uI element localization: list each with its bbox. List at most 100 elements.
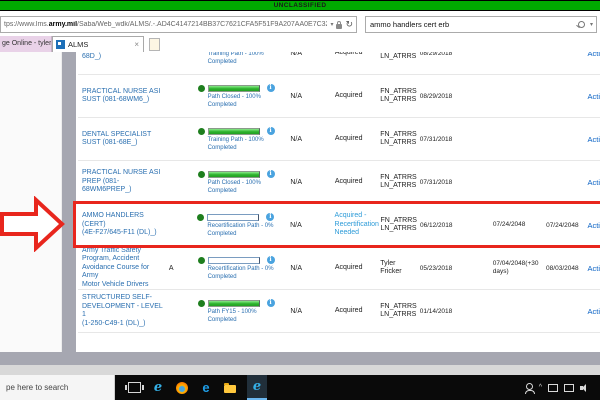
progress-label-2: Completed [207,274,237,280]
acquired-date-cell: 06/12/2018 [419,221,453,229]
tab-merchandise-online[interactable]: ge Online - tyler... [0,36,52,52]
acquired-date-cell: 05/23/2018 [419,264,453,272]
status-cell: Acquired [334,52,363,56]
browser-search-input[interactable]: ammo handlers cert erb [366,20,575,29]
progress-cell: i Path FY15 - 100% Completed [193,298,284,324]
progress-bar [207,299,260,307]
owner-cell: FN_ATRRSLN_ATRRS [380,216,417,233]
alms-favicon-icon [56,40,65,49]
task-view-button[interactable] [124,375,144,400]
status-cell: Acquired [334,306,363,314]
info-icon[interactable]: i [266,299,275,307]
status-dot-icon [197,213,205,221]
refresh-icon[interactable]: ↻ [345,20,353,29]
progress-label: Training Path - 100% [207,137,264,143]
course-name-link[interactable]: PRACTICAL NURSE ASI PREP (081-68WM6PREP_… [82,169,160,193]
page-content: 68D_)iTraining Path - 100%CompletedN/AAc… [0,52,600,352]
registration-cell: N/A [290,92,303,100]
search-dropdown-icon[interactable]: ▾ [590,21,593,28]
progress-label: Path FY15 - 100% [207,309,257,315]
status-dot-icon [197,256,205,264]
course-name-link[interactable]: DENTAL SPECIALIST SUST (081-68E_) [82,131,151,147]
progress-label-2: Completed [207,59,237,65]
edge-icon: e [202,380,210,395]
actions-link[interactable]: Acti [587,92,600,101]
status-dot-icon [197,170,205,178]
internet-explorer-active-button[interactable]: e [247,375,267,400]
internet-explorer-icon: e [153,380,163,395]
firefox-icon [176,381,188,394]
tab-alms[interactable]: ALMS × [52,36,144,52]
course-flag-cell: A [168,264,174,272]
course-name-link[interactable]: Army Traffic Safety Program, Accident Av… [82,247,149,288]
browser-search-box[interactable]: ammo handlers cert erb ▾ [365,16,597,33]
actions-link[interactable]: Acti [587,307,600,316]
progress-label-2: Completed [207,317,237,323]
edge-button[interactable]: e [199,375,213,400]
tab-alms-label: ALMS [68,40,89,49]
course-name-link[interactable]: AMMO HANDLERS (CERT) (4E-F27/645-F11 (DL… [82,212,157,236]
search-icon[interactable] [577,21,585,28]
progress-label-2: Completed [207,188,237,194]
vertical-divider [62,52,76,352]
owner-cell: FN_ATRRSLN_ATRRS [380,130,417,147]
window-bottom-edge [0,352,600,365]
internet-explorer-button[interactable]: e [151,375,165,400]
progress-label: Recertification Path - 0% [207,223,274,229]
internet-explorer-icon: e [252,379,262,394]
progress-label: Path Closed - 100% [207,180,261,186]
address-bar[interactable]: tps://www.lms.army.mil/Saba/Web_wdk/ALMS… [0,16,357,33]
table-row: DENTAL SPECIALIST SUST (081-68E_) i Traini… [78,118,600,161]
acquired-date-cell: 08/29/2018 [419,92,453,100]
actions-link[interactable]: Acti [587,178,600,187]
progress-cell: i Recertification Path - 0% Completed [192,212,283,238]
progress-label: Path Closed - 100% [207,94,261,100]
user-icon[interactable] [524,382,535,394]
chevron-up-icon[interactable]: ^ [539,384,542,391]
table-row: PRACTICAL NURSE ASI SUST (081-68WM6_) i Pa… [78,75,600,118]
progress-bar [207,256,260,264]
info-icon[interactable]: i [266,170,275,178]
url-dropdown-icon[interactable]: ▾ [330,21,333,28]
progress-label: Recertification Path - 0% [207,266,274,272]
acquired-date-cell: 08/29/2018 [419,52,453,57]
screen: UNCLASSIFIED — tps://www.lms.army.mil/Sa… [0,0,600,400]
volume-icon[interactable] [580,383,586,392]
firefox-button[interactable] [175,375,189,400]
info-icon[interactable]: i [266,213,275,221]
info-icon[interactable]: i [266,127,275,135]
progress-bar [207,84,260,92]
taskbar: pe here to search e e e ^ [0,375,600,400]
status-dot-icon [197,299,205,307]
actions-link[interactable]: Acti [587,52,600,58]
registration-cell: N/A [290,135,303,143]
progress-bar [207,127,260,135]
info-icon[interactable]: i [266,256,275,264]
course-name-link[interactable]: 68D_) [82,52,101,60]
owner-cell: FN_ATRRSLN_ATRRS [380,302,417,319]
registration-cell: N/A [290,307,303,315]
actions-link[interactable]: Acti [587,221,600,230]
info-icon[interactable]: i [266,84,275,92]
url-text: tps://www.lms.army.mil/Saba/Web_wdk/ALMS… [4,21,327,28]
owner-cell: Tyler Fricker [380,259,402,276]
table-row: AMMO HANDLERS (CERT) (4E-F27/645-F11 (DL… [78,204,600,247]
progress-cell: i Path Closed - 100% Completed [193,169,284,195]
progress-cell: iTraining Path - 100% Completed [193,126,284,152]
course-name-link[interactable]: PRACTICAL NURSE ASI SUST (081-68WM6_) [82,88,160,104]
course-name-link[interactable]: STRUCTURED SELF- DEVELOPMENT - LEVEL 1 (… [82,294,163,327]
new-tab-button[interactable] [149,38,160,51]
network-icon[interactable] [564,383,574,392]
actions-link[interactable]: Acti [587,264,600,273]
acquired-date-cell: 07/31/2018 [419,135,453,143]
file-explorer-button[interactable] [223,375,237,400]
page-sidebar [0,52,62,352]
tab-close-icon[interactable]: × [134,40,143,49]
progress-bar [207,170,260,178]
battery-icon[interactable] [548,383,558,392]
actions-link[interactable]: Acti [587,135,600,144]
taskbar-search-input[interactable]: pe here to search [0,375,115,400]
lock-icon [336,20,343,29]
progress-label-2: Completed [207,102,237,108]
owner-cell: FN_ATRRSLN_ATRRS [380,53,417,60]
